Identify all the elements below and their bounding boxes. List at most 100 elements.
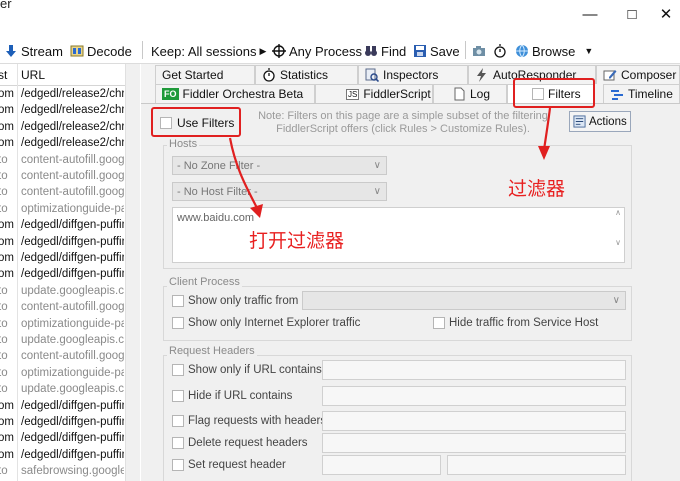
hide-if-url-option[interactable]: Hide if URL contains (172, 390, 292, 402)
row-url-cell: /edgedl/diffgen-puffin (21, 235, 124, 248)
table-row[interactable]: to optimizationguide-pa.g (0, 202, 125, 218)
table-row[interactable]: om/edgedl/diffgen-puffin (0, 251, 125, 267)
table-row[interactable]: to content-autofill.google (0, 300, 125, 316)
actions-button[interactable]: Actions (569, 111, 631, 132)
show-only-traffic-from-option[interactable]: Show only traffic from (172, 295, 298, 307)
show-if-url-checkbox[interactable] (172, 364, 184, 376)
delete-headers-option[interactable]: Delete request headers (172, 437, 308, 449)
tab-get-started[interactable]: Get Started (155, 65, 255, 84)
row-url-cell: /edgedl/release2/chro (21, 120, 124, 133)
any-process-button[interactable]: Any Process (272, 42, 362, 60)
table-row[interactable]: to update.googleapis.com (0, 284, 125, 300)
screenshot-button[interactable] (472, 42, 486, 60)
hide-if-url-input[interactable] (322, 386, 626, 406)
annotation-arrow-2 (538, 107, 552, 160)
minimize-button[interactable]: — (570, 0, 610, 28)
row-url-cell: update.googleapis.com (21, 383, 124, 396)
row-status-cell: om (0, 448, 14, 461)
set-header-checkbox[interactable] (172, 459, 184, 471)
show-if-url-input[interactable] (322, 360, 626, 380)
table-row[interactable]: to content-autofill.google (0, 349, 125, 365)
set-header-option[interactable]: Set request header (172, 459, 286, 471)
table-row[interactable]: om/edgedl/diffgen-puffin (0, 415, 125, 431)
timer-button[interactable] (493, 42, 507, 60)
table-row[interactable]: om/edgedl/diffgen-puffin (0, 399, 125, 415)
tab-inspectors[interactable]: Inspectors (358, 65, 468, 84)
tab-statistics[interactable]: Statistics (255, 65, 358, 84)
maximize-button[interactable]: □ (612, 0, 652, 28)
hide-if-url-checkbox[interactable] (172, 390, 184, 402)
delete-headers-checkbox[interactable] (172, 437, 184, 449)
row-status-cell: om (0, 120, 14, 133)
table-row[interactable]: to safebrowsing.googlea (0, 464, 125, 480)
document-icon (454, 87, 465, 101)
column-header-status[interactable]: st (0, 68, 7, 82)
process-dropdown[interactable]: ∨ (302, 291, 626, 310)
row-status-cell: to (0, 301, 8, 314)
show-only-ie-option[interactable]: Show only Internet Explorer traffic (172, 317, 360, 329)
set-header-name-input[interactable] (322, 455, 441, 475)
tab-fiddlerscript[interactable]: JS FiddlerScript (315, 84, 433, 103)
annotation-filter: 过滤器 (508, 178, 566, 200)
table-row[interactable]: om/edgedl/diffgen-puffin (0, 431, 125, 447)
show-only-traffic-from-checkbox[interactable] (172, 295, 184, 307)
flag-headers-input[interactable] (322, 411, 626, 431)
row-status-cell: om (0, 252, 14, 264)
row-status-cell: to (0, 202, 8, 215)
keep-sessions-dropdown[interactable]: Keep: All sessions ▶ (151, 42, 266, 60)
close-button[interactable]: ✕ (652, 0, 680, 28)
delete-headers-input[interactable] (322, 433, 626, 453)
table-row[interactable]: to content-autofill.google (0, 185, 125, 201)
table-row[interactable]: om/edgedl/diffgen-puffin (0, 218, 125, 234)
table-row[interactable]: om/edgedl/diffgen-puffin (0, 235, 125, 251)
flag-headers-checkbox[interactable] (172, 415, 184, 427)
table-row[interactable]: to optimizationguide-pa.g (0, 366, 125, 382)
table-row[interactable]: to content-autofill.google (0, 169, 125, 185)
toolbar-divider (142, 41, 143, 59)
decode-button[interactable]: Decode (70, 42, 132, 60)
table-row[interactable]: om/edgedl/release2/chro (0, 136, 125, 152)
row-url-cell: content-autofill.google (21, 301, 124, 314)
tab-composer[interactable]: Composer (596, 65, 680, 84)
tab-timeline[interactable]: Timeline (603, 84, 680, 103)
show-only-ie-checkbox[interactable] (172, 317, 184, 329)
flag-headers-option[interactable]: Flag requests with headers (172, 415, 326, 427)
crosshair-icon (272, 44, 286, 58)
table-row[interactable]: om/edgedl/release2/chro (0, 103, 125, 119)
toolbar-divider (465, 41, 466, 59)
table-row[interactable]: om/edgedl/release2/chro (0, 120, 125, 136)
row-status-cell: to (0, 334, 8, 346)
table-row[interactable]: om/edgedl/release2/chro (0, 87, 125, 103)
timeline-icon (611, 90, 623, 100)
row-url-cell: /edgedl/release2/chro (21, 88, 124, 100)
row-status-cell: om (0, 235, 14, 248)
row-status-cell: om (0, 219, 14, 232)
table-row[interactable]: to content-autofill.google (0, 153, 125, 169)
stream-button[interactable]: Stream (4, 42, 63, 60)
tab-log[interactable]: Log (433, 84, 507, 103)
column-header-url[interactable]: URL (21, 68, 45, 82)
row-status-cell: to (0, 350, 8, 363)
table-row[interactable]: to optimizationguide-pa.g (0, 317, 125, 333)
table-row[interactable]: to update.googleapis.com (0, 333, 125, 349)
save-button[interactable]: Save (413, 42, 460, 60)
set-header-value-input[interactable] (447, 455, 626, 475)
hide-service-host-option[interactable]: Hide traffic from Service Host (433, 317, 598, 329)
camera-icon (473, 46, 485, 56)
show-if-url-option[interactable]: Show only if URL contains (172, 364, 322, 376)
session-list-scrollbar[interactable] (125, 64, 140, 481)
table-row[interactable]: om/edgedl/diffgen-puffin (0, 267, 125, 283)
session-list[interactable]: st URL om/edgedl/release2/chro om/edgedl/… (0, 64, 140, 481)
stopwatch-icon (263, 68, 275, 82)
row-url-cell: /edgedl/diffgen-puffin (21, 268, 124, 281)
browse-button[interactable]: Browse ▼ (515, 42, 593, 60)
table-row[interactable]: om/edgedl/diffgen-puffin (0, 448, 125, 464)
hide-service-host-checkbox[interactable] (433, 317, 445, 329)
hosts-textarea-scrollbar[interactable]: ∧ ∨ (612, 208, 624, 262)
tab-fiddler-orchestra[interactable]: FO Fiddler Orchestra Beta (155, 84, 315, 103)
table-row[interactable]: to update.googleapis.com (0, 382, 125, 398)
row-url-cell: /edgedl/release2/chro (21, 137, 124, 150)
row-url-cell: update.googleapis.com (21, 334, 124, 346)
find-button[interactable]: Find (364, 42, 406, 60)
row-url-cell: /edgedl/diffgen-puffin (21, 416, 124, 428)
